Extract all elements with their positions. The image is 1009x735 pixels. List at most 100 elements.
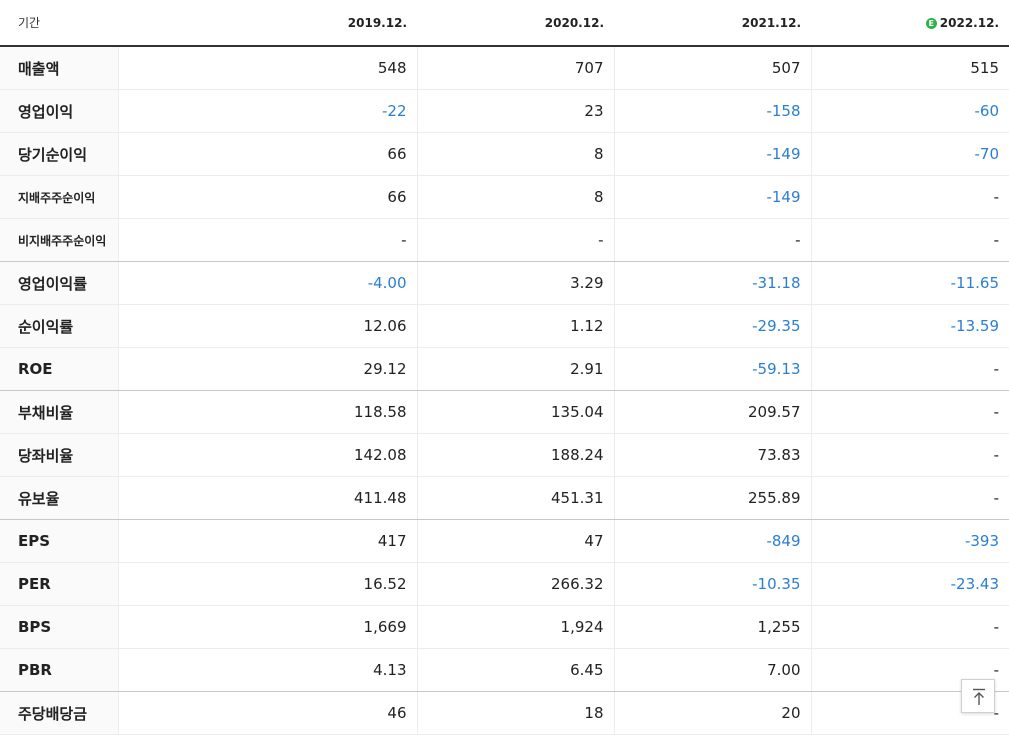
value-cell: -70	[810, 132, 1009, 176]
table-row: PER 16.52 266.32 -10.35 -23.43	[0, 562, 1009, 606]
value-cell: -10.35	[613, 562, 811, 606]
row-label: 지배주주순이익	[0, 175, 118, 219]
value-cell: -	[810, 175, 1009, 219]
value-cell: 515	[810, 46, 1009, 90]
table-row: EPS 417 47 -849 -393	[0, 519, 1009, 563]
value-cell: -	[810, 476, 1009, 520]
value-cell: 1,669	[117, 605, 417, 649]
value-cell: -	[810, 433, 1009, 477]
value-cell: 8	[416, 175, 614, 219]
table-row: PBR 4.13 6.45 7.00-	[0, 648, 1009, 692]
value-cell: 12.06	[117, 304, 417, 348]
value-cell: 1,255	[613, 605, 811, 649]
value-cell: -	[810, 390, 1009, 434]
value-cell: -22	[117, 89, 417, 133]
row-label: 부채비율	[0, 390, 118, 434]
value-cell: -29.35	[613, 304, 811, 348]
row-label: ROE	[0, 347, 118, 391]
value-cell: -849	[613, 519, 811, 563]
row-label: PBR	[0, 648, 118, 692]
value-cell: -	[810, 347, 1009, 391]
value-cell: -	[810, 605, 1009, 649]
value-cell: 73.83	[613, 433, 811, 477]
value-cell: 2.91	[416, 347, 614, 391]
value-cell: 507	[613, 46, 811, 90]
value-cell: 23	[416, 89, 614, 133]
financial-summary-table: 기간 2019.12. 2020.12. 2021.12. E 2022.12. …	[0, 0, 1009, 735]
table-row: 비지배주주순이익 - - - -	[0, 218, 1009, 262]
scroll-to-top-button[interactable]	[961, 679, 995, 713]
table-row: 순이익률 12.06 1.12 -29.35 -13.59	[0, 304, 1009, 348]
table-row: 당기순이익 66 8 -149 -70	[0, 132, 1009, 176]
row-label: PER	[0, 562, 118, 606]
value-cell: -149	[613, 175, 811, 219]
value-cell: -	[117, 218, 417, 262]
value-cell: -31.18	[613, 261, 811, 305]
row-label: 비지배주주순이익	[0, 218, 118, 262]
value-cell: -59.13	[613, 347, 811, 391]
year-header-label: 2022.12.	[939, 15, 999, 30]
value-cell: -	[416, 218, 614, 262]
table-body: 매출액 548 707 507 515 영업이익 -22 23 -158 -60 당기순이익 66 8-…	[0, 46, 1009, 735]
value-cell: 548	[117, 46, 417, 90]
table-header-row: 기간 2019.12. 2020.12. 2021.12. E 2022.12.	[0, 0, 1009, 47]
table-row: 당좌비율 142.08 188.24 73.83-	[0, 433, 1009, 477]
row-label: 순이익률	[0, 304, 118, 348]
row-label: 영업이익	[0, 89, 118, 133]
table-row: 매출액 548 707 507 515	[0, 46, 1009, 90]
table-row: 지배주주순이익 66 8 -149-	[0, 175, 1009, 219]
value-cell: 16.52	[117, 562, 417, 606]
table-row: 주당배당금 46 18 20-	[0, 691, 1009, 735]
value-cell: 8	[416, 132, 614, 176]
value-cell: -4.00	[117, 261, 417, 305]
row-label: 유보율	[0, 476, 118, 520]
value-cell: 1.12	[416, 304, 614, 348]
estimate-badge-icon: E	[925, 17, 937, 29]
value-cell: 1,924	[416, 605, 614, 649]
row-label: 주당배당금	[0, 691, 118, 735]
table-row: 영업이익률 -4.00 3.29 -31.18 -11.65	[0, 261, 1009, 305]
value-cell: 3.29	[416, 261, 614, 305]
value-cell: -	[613, 218, 811, 262]
value-cell: 66	[117, 175, 417, 219]
value-cell: -158	[613, 89, 811, 133]
value-cell: 707	[416, 46, 614, 90]
value-cell: 417	[117, 519, 417, 563]
value-cell: 6.45	[416, 648, 614, 692]
value-cell: 411.48	[117, 476, 417, 520]
period-header: 기간	[0, 0, 118, 47]
year-header: 2020.12.	[417, 0, 614, 47]
value-cell: -	[810, 218, 1009, 262]
table-row: ROE 29.12 2.91 -59.13-	[0, 347, 1009, 391]
value-cell: 135.04	[416, 390, 614, 434]
value-cell: -11.65	[810, 261, 1009, 305]
value-cell: 266.32	[416, 562, 614, 606]
row-label: 매출액	[0, 46, 118, 90]
value-cell: -393	[810, 519, 1009, 563]
value-cell: 7.00	[613, 648, 811, 692]
value-cell: 66	[117, 132, 417, 176]
value-cell: 142.08	[117, 433, 417, 477]
value-cell: 47	[416, 519, 614, 563]
row-label: BPS	[0, 605, 118, 649]
year-header-estimate: E 2022.12.	[811, 0, 1009, 47]
table-row: 영업이익 -22 23 -158 -60	[0, 89, 1009, 133]
value-cell: 18	[416, 691, 614, 735]
year-header: 2021.12.	[614, 0, 811, 47]
value-cell: 29.12	[117, 347, 417, 391]
value-cell: -23.43	[810, 562, 1009, 606]
row-label: 당좌비율	[0, 433, 118, 477]
value-cell: 4.13	[117, 648, 417, 692]
table-row: 부채비율 118.58 135.04 209.57-	[0, 390, 1009, 434]
value-cell: 255.89	[613, 476, 811, 520]
table-row: BPS 1,669 1,924 1,255-	[0, 605, 1009, 649]
value-cell: 451.31	[416, 476, 614, 520]
value-cell: -149	[613, 132, 811, 176]
value-cell: -60	[810, 89, 1009, 133]
value-cell: 20	[613, 691, 811, 735]
row-label: 당기순이익	[0, 132, 118, 176]
arrow-up-to-top-icon	[973, 688, 985, 705]
value-cell: 188.24	[416, 433, 614, 477]
value-cell: 118.58	[117, 390, 417, 434]
value-cell: 46	[117, 691, 417, 735]
